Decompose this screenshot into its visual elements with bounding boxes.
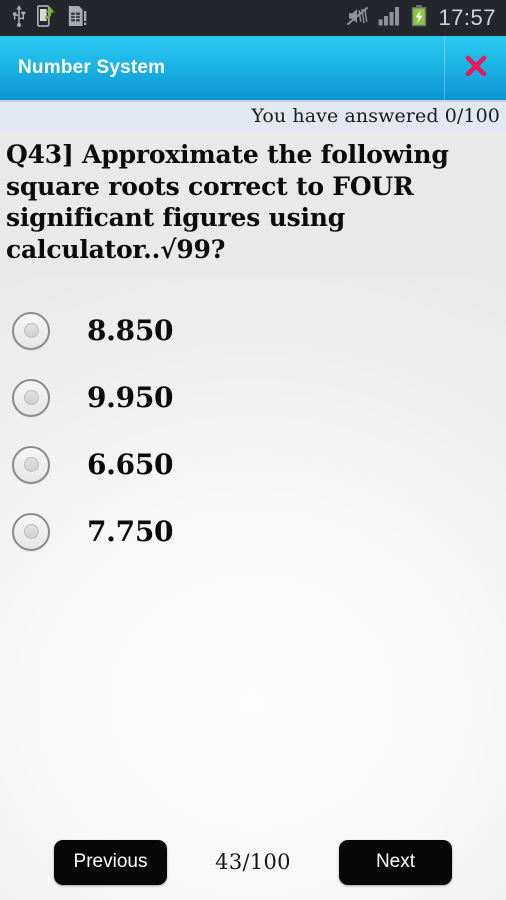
signal-bars-icon bbox=[378, 6, 402, 31]
close-button[interactable] bbox=[444, 36, 506, 100]
navigation-bar: Previous 43/100 Next bbox=[0, 836, 506, 900]
answer-option-label: 6.650 bbox=[87, 448, 174, 481]
answer-option-label: 7.750 bbox=[87, 515, 174, 548]
radio-dot bbox=[23, 524, 39, 539]
radio-dot bbox=[23, 390, 39, 405]
usb-icon bbox=[12, 4, 26, 32]
question-container: Q43] Approximate the following square ro… bbox=[0, 131, 506, 275]
radio-dot bbox=[23, 457, 39, 472]
phone-transfer-icon bbox=[36, 4, 57, 32]
app-title-bar: Number System bbox=[0, 36, 506, 102]
answered-count-text: You have answered 0/100 bbox=[251, 104, 500, 127]
page-title: Number System bbox=[18, 57, 166, 78]
status-bar-right-icons: 17:57 bbox=[346, 4, 496, 32]
question-counter: 43/100 bbox=[215, 850, 291, 874]
question-text: Q43] Approximate the following square ro… bbox=[6, 140, 449, 264]
answer-option-2[interactable]: 9.950 bbox=[0, 364, 506, 431]
vibrate-muted-icon bbox=[346, 6, 369, 31]
answer-option-4[interactable]: 7.750 bbox=[0, 498, 506, 565]
answer-option-3[interactable]: 6.650 bbox=[0, 431, 506, 498]
previous-button[interactable]: Previous bbox=[54, 839, 167, 885]
answered-status-bar: You have answered 0/100 bbox=[0, 100, 506, 131]
quiz-screen: 17:57 Number System You have answered 0/… bbox=[0, 0, 506, 900]
radio-button-icon[interactable] bbox=[12, 512, 50, 551]
answer-option-label: 8.850 bbox=[87, 314, 174, 347]
battery-charging-icon bbox=[411, 4, 427, 32]
next-button[interactable]: Next bbox=[339, 839, 452, 885]
radio-button-icon[interactable] bbox=[12, 445, 50, 484]
radio-dot bbox=[23, 323, 39, 338]
answer-option-label: 9.950 bbox=[87, 381, 174, 414]
sim-card-icon bbox=[68, 5, 87, 32]
answer-options-list: 8.850 9.950 6.650 7.750 bbox=[0, 275, 506, 565]
status-bar-clock: 17:57 bbox=[438, 5, 496, 30]
status-bar-left-icons bbox=[12, 4, 87, 32]
radio-button-icon[interactable] bbox=[12, 378, 50, 417]
answer-option-1[interactable]: 8.850 bbox=[0, 297, 506, 364]
close-icon bbox=[463, 53, 489, 84]
status-bar: 17:57 bbox=[0, 0, 506, 36]
radio-button-icon[interactable] bbox=[12, 311, 50, 350]
